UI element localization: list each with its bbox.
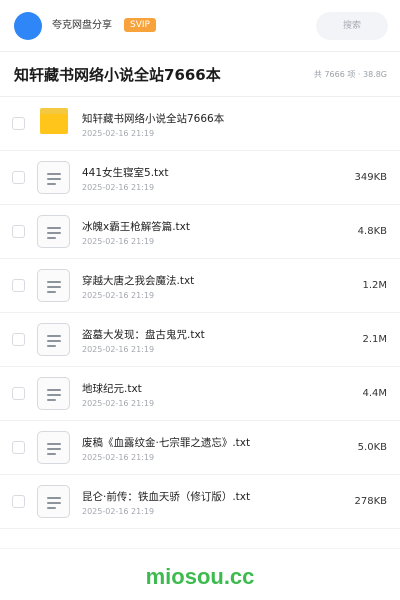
document-icon <box>37 215 70 248</box>
username[interactable]: 夸克网盘分享 <box>52 19 112 33</box>
file-date: 2025-02-16 21:19 <box>82 237 155 246</box>
top-bar: 夸克网盘分享 SVIP 搜索 <box>0 0 400 52</box>
site-watermark: miosou.cc <box>145 564 255 589</box>
file-size: 4.8KB <box>357 226 387 237</box>
file-size: 1.2M <box>362 280 387 291</box>
list-item[interactable]: 地球纪元.txt 2025-02-16 21:19 4.4M <box>0 367 400 421</box>
list-item[interactable]: 盗墓大发现：盘古鬼咒.txt 2025-02-16 21:19 2.1M <box>0 313 400 367</box>
title-bar: 知轩藏书网络小说全站7666本 共 7666 项 · 38.8G <box>0 53 400 97</box>
folder-icon <box>40 108 68 134</box>
document-icon <box>37 269 70 302</box>
list-item[interactable]: 441女生寝室5.txt 2025-02-16 21:19 349KB <box>0 151 400 205</box>
file-size: 349KB <box>354 172 387 183</box>
select-checkbox[interactable] <box>12 171 25 184</box>
file-date: 2025-02-16 21:19 <box>82 129 155 138</box>
file-date: 2025-02-16 21:19 <box>82 453 155 462</box>
select-checkbox[interactable] <box>12 333 25 346</box>
list-item[interactable]: 废稿《血露纹金·七宗罪之遗忘》.txt 2025-02-16 21:19 5.0… <box>0 421 400 475</box>
footer: miosou.cc <box>0 548 400 600</box>
document-icon <box>37 323 70 356</box>
file-name[interactable]: 废稿《血露纹金·七宗罪之遗忘》.txt <box>82 436 250 450</box>
file-date: 2025-02-16 21:19 <box>82 183 155 192</box>
select-checkbox[interactable] <box>12 387 25 400</box>
file-name[interactable]: 地球纪元.txt <box>82 382 142 396</box>
file-name[interactable]: 穿越大唐之我会魔法.txt <box>82 274 194 288</box>
file-date: 2025-02-16 21:19 <box>82 507 155 516</box>
file-name[interactable]: 知轩藏书网络小说全站7666本 <box>82 112 224 126</box>
avatar[interactable] <box>14 12 42 40</box>
search-input[interactable]: 搜索 <box>316 12 388 40</box>
document-icon <box>37 485 70 518</box>
file-size: 4.4M <box>362 388 387 399</box>
file-name[interactable]: 盗墓大发现：盘古鬼咒.txt <box>82 328 205 342</box>
file-name[interactable]: 冰魄x霸王枪解答篇.txt <box>82 220 190 234</box>
document-icon <box>37 161 70 194</box>
file-size: 2.1M <box>362 334 387 345</box>
file-list: 知轩藏书网络小说全站7666本 2025-02-16 21:19 441女生寝室… <box>0 97 400 529</box>
list-item[interactable]: 知轩藏书网络小说全站7666本 2025-02-16 21:19 <box>0 97 400 151</box>
document-icon <box>37 431 70 464</box>
file-date: 2025-02-16 21:19 <box>82 345 155 354</box>
select-checkbox[interactable] <box>12 279 25 292</box>
select-checkbox[interactable] <box>12 117 25 130</box>
file-name[interactable]: 昆仑·前传：铁血天骄（修订版）.txt <box>82 490 250 504</box>
select-checkbox[interactable] <box>12 495 25 508</box>
page-title: 知轩藏书网络小说全站7666本 <box>14 66 221 84</box>
file-name[interactable]: 441女生寝室5.txt <box>82 166 169 180</box>
list-item[interactable]: 昆仑·前传：铁血天骄（修订版）.txt 2025-02-16 21:19 278… <box>0 475 400 529</box>
file-size: 5.0KB <box>357 442 387 453</box>
select-checkbox[interactable] <box>12 225 25 238</box>
file-summary: 共 7666 项 · 38.8G <box>313 70 387 79</box>
file-date: 2025-02-16 21:19 <box>82 291 155 300</box>
list-item[interactable]: 穿越大唐之我会魔法.txt 2025-02-16 21:19 1.2M <box>0 259 400 313</box>
file-size: 278KB <box>354 496 387 507</box>
svip-badge: SVIP <box>124 18 156 32</box>
file-date: 2025-02-16 21:19 <box>82 399 155 408</box>
document-icon <box>37 377 70 410</box>
list-item[interactable]: 冰魄x霸王枪解答篇.txt 2025-02-16 21:19 4.8KB <box>0 205 400 259</box>
select-checkbox[interactable] <box>12 441 25 454</box>
